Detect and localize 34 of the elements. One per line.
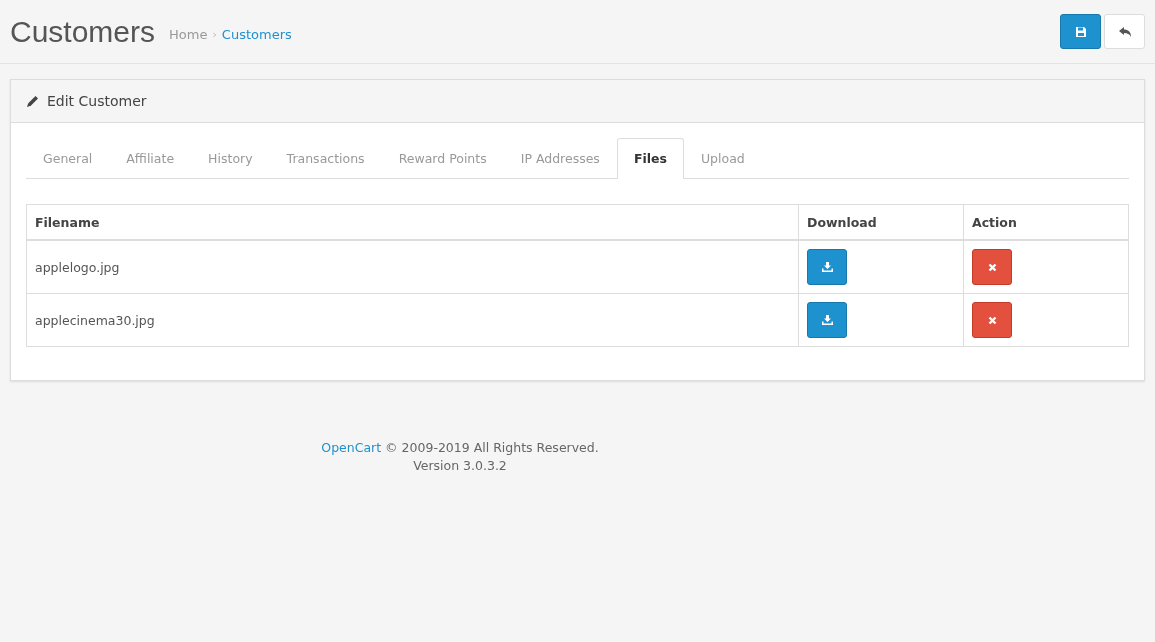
pencil-icon (26, 94, 39, 108)
tab[interactable]: History (191, 138, 270, 178)
breadcrumb-link[interactable]: Customers (221, 27, 292, 42)
opencart-link[interactable]: OpenCart (321, 440, 382, 455)
copyright-text: OpenCart © 2009-2019 All Rights Reserved. (320, 439, 600, 457)
column-header: Action (963, 204, 1129, 240)
tab[interactable]: Affiliate (109, 138, 192, 178)
delete-button[interactable] (972, 249, 1012, 285)
breadcrumb-link[interactable]: Home (169, 27, 208, 42)
download-button[interactable] (807, 302, 847, 338)
tab[interactable]: Reward Points (381, 138, 504, 178)
tab[interactable]: General (26, 138, 110, 178)
page-title: Customers (10, 14, 156, 49)
tab[interactable]: Files (616, 138, 684, 179)
column-header: Filename (26, 204, 799, 240)
close-icon (987, 262, 997, 272)
table-cell: applecinema30.jpg (26, 293, 799, 347)
delete-button[interactable] (972, 302, 1012, 338)
tab[interactable]: Transactions (269, 138, 382, 178)
close-icon (987, 315, 997, 325)
tab[interactable]: Upload (683, 138, 762, 178)
save-button[interactable] (1060, 14, 1101, 49)
reply-icon (1117, 25, 1132, 38)
tab[interactable]: IP Addresses (503, 138, 617, 178)
breadcrumb-separator: › (212, 28, 217, 41)
download-icon (821, 315, 833, 325)
back-button[interactable] (1104, 14, 1145, 49)
table-cell: applelogo.jpg (26, 240, 799, 294)
panel-title: Edit Customer (47, 93, 147, 109)
save-icon (1074, 25, 1087, 38)
download-button[interactable] (807, 249, 847, 285)
column-header: Download (798, 204, 964, 240)
download-icon (821, 262, 833, 272)
version-text: Version 3.0.3.2 (412, 457, 508, 475)
